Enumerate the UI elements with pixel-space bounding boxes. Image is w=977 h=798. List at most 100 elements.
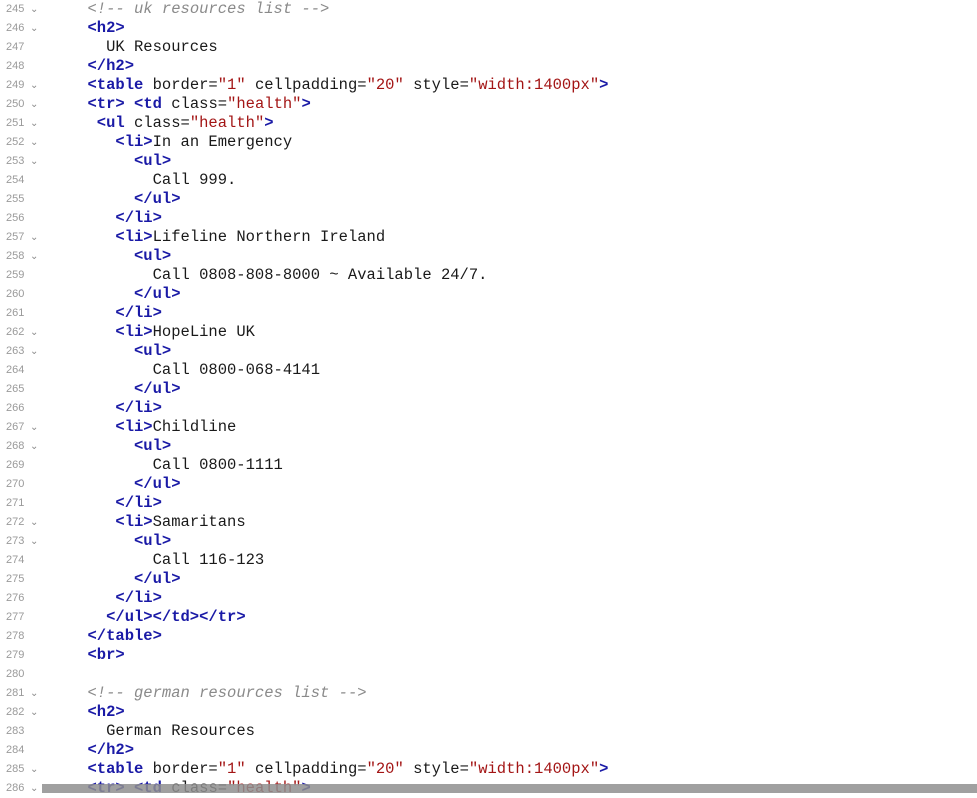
line-gutter: 277 xyxy=(0,608,42,627)
code-line[interactable]: 266 </li> xyxy=(0,399,977,418)
line-gutter: 278 xyxy=(0,627,42,646)
html-tag-token: </ul> xyxy=(134,380,181,398)
string-token: "width:1400px" xyxy=(468,760,600,778)
attribute-token: border= xyxy=(143,76,218,94)
code-line[interactable]: 265 </ul> xyxy=(0,380,977,399)
fold-chevron-down-icon[interactable]: ⌄ xyxy=(30,228,38,247)
line-gutter: 246 ⌄ xyxy=(0,19,42,38)
code-line[interactable]: 249 ⌄ <table border="1" cellpadding="20" s… xyxy=(0,76,977,95)
line-gutter: 245 ⌄ xyxy=(0,0,42,19)
line-gutter: 251 ⌄ xyxy=(0,114,42,133)
line-number: 262 xyxy=(6,326,25,338)
code-content: <li>Childline xyxy=(115,418,236,437)
code-editor[interactable]: 245 ⌄ <!-- uk resources list --> 246 ⌄ <h2> 24… xyxy=(0,0,977,798)
line-gutter: 272 ⌄ xyxy=(0,513,42,532)
code-line[interactable]: 269 Call 0800-1111 xyxy=(0,456,977,475)
fold-chevron-down-icon[interactable]: ⌄ xyxy=(30,760,38,779)
fold-chevron-down-icon[interactable]: ⌄ xyxy=(30,437,38,456)
html-tag-token: <td xyxy=(134,95,162,113)
code-line[interactable]: 270 </ul> xyxy=(0,475,977,494)
code-line[interactable]: 268 ⌄ <ul> xyxy=(0,437,977,456)
fold-chevron-down-icon[interactable]: ⌄ xyxy=(30,532,38,551)
html-tag-token: </table> xyxy=(87,627,162,645)
code-line[interactable]: 247 UK Resources xyxy=(0,38,977,57)
code-line[interactable]: 282 ⌄ <h2> xyxy=(0,703,977,722)
fold-chevron-down-icon[interactable]: ⌄ xyxy=(30,703,38,722)
fold-chevron-down-icon[interactable]: ⌄ xyxy=(30,114,38,133)
code-line[interactable]: 275 </ul> xyxy=(0,570,977,589)
text-token: Call 0800-1111 xyxy=(152,456,283,474)
code-line[interactable]: 246 ⌄ <h2> xyxy=(0,19,977,38)
code-line[interactable]: 283 German Resources xyxy=(0,722,977,741)
code-line[interactable]: 280 xyxy=(0,665,977,684)
code-line[interactable]: 271 </li> xyxy=(0,494,977,513)
code-line[interactable]: 264 Call 0800-068-4141 xyxy=(0,361,977,380)
line-number: 268 xyxy=(6,440,25,452)
code-line[interactable]: 277 </ul></td></tr> xyxy=(0,608,977,627)
code-line[interactable]: 272 ⌄ <li>Samaritans xyxy=(0,513,977,532)
code-line[interactable]: 253 ⌄ <ul> xyxy=(0,152,977,171)
code-content: Call 0800-068-4141 xyxy=(153,361,320,380)
code-line[interactable]: 259 Call 0808-808-8000 ~ Available 24/7. xyxy=(0,266,977,285)
string-token: "health" xyxy=(227,95,302,113)
code-line[interactable]: 258 ⌄ <ul> xyxy=(0,247,977,266)
fold-chevron-down-icon[interactable]: ⌄ xyxy=(30,95,38,114)
code-content: <h2> xyxy=(88,19,125,38)
code-line[interactable]: 262 ⌄ <li>HopeLine UK xyxy=(0,323,977,342)
code-content: </li> xyxy=(115,589,162,608)
line-number: 257 xyxy=(6,231,25,243)
code-line[interactable]: 267 ⌄ <li>Childline xyxy=(0,418,977,437)
code-line[interactable]: 257 ⌄ <li>Lifeline Northern Ireland xyxy=(0,228,977,247)
code-line[interactable]: 279 <br> xyxy=(0,646,977,665)
code-line[interactable]: 278 </table> xyxy=(0,627,977,646)
code-line[interactable]: 261 </li> xyxy=(0,304,977,323)
html-tag-token: <br> xyxy=(87,646,125,664)
html-tag-token: </ul> xyxy=(134,475,181,493)
fold-chevron-down-icon[interactable]: ⌄ xyxy=(30,779,38,798)
code-line[interactable]: 273 ⌄ <ul> xyxy=(0,532,977,551)
text-token: In an Emergency xyxy=(152,133,293,151)
code-line[interactable]: 276 </li> xyxy=(0,589,977,608)
fold-chevron-down-icon[interactable]: ⌄ xyxy=(30,513,38,532)
fold-chevron-down-icon[interactable]: ⌄ xyxy=(30,247,38,266)
line-gutter: 276 xyxy=(0,589,42,608)
code-line[interactable]: 248 </h2> xyxy=(0,57,977,76)
string-token: "1" xyxy=(217,760,246,778)
code-line[interactable]: 285 ⌄ <table border="1" cellpadding="20" s… xyxy=(0,760,977,779)
code-content: <table border="1" cellpadding="20" style… xyxy=(88,76,609,95)
line-number: 274 xyxy=(6,554,25,566)
fold-chevron-down-icon[interactable]: ⌄ xyxy=(30,133,38,152)
code-line[interactable]: 281 ⌄ <!-- german resources list --> xyxy=(0,684,977,703)
code-content: </li> xyxy=(115,399,162,418)
code-content: <ul> xyxy=(134,342,171,361)
line-number: 265 xyxy=(6,383,25,395)
html-tag-token: </li> xyxy=(115,494,162,512)
code-line[interactable]: 260 </ul> xyxy=(0,285,977,304)
fold-chevron-down-icon[interactable]: ⌄ xyxy=(30,418,38,437)
code-line[interactable]: 274 Call 116-123 xyxy=(0,551,977,570)
code-line[interactable]: 250 ⌄ <tr> <td class="health"> xyxy=(0,95,977,114)
attribute-token: border= xyxy=(143,760,218,778)
code-content: </ul> xyxy=(134,475,181,494)
fold-chevron-down-icon[interactable]: ⌄ xyxy=(30,0,38,19)
code-line[interactable]: 254 Call 999. xyxy=(0,171,977,190)
code-line[interactable]: 256 </li> xyxy=(0,209,977,228)
fold-chevron-down-icon[interactable]: ⌄ xyxy=(30,152,38,171)
code-content: <tr> <td class="health"> xyxy=(88,95,311,114)
code-lines[interactable]: 245 ⌄ <!-- uk resources list --> 246 ⌄ <h2> 24… xyxy=(0,0,977,798)
fold-chevron-down-icon[interactable]: ⌄ xyxy=(30,342,38,361)
fold-chevron-down-icon[interactable]: ⌄ xyxy=(30,684,38,703)
code-line[interactable]: 252 ⌄ <li>In an Emergency xyxy=(0,133,977,152)
code-line[interactable]: 251 ⌄ <ul class="health"> xyxy=(0,114,977,133)
code-line[interactable]: 263 ⌄ <ul> xyxy=(0,342,977,361)
code-line[interactable]: 245 ⌄ <!-- uk resources list --> xyxy=(0,0,977,19)
fold-chevron-down-icon[interactable]: ⌄ xyxy=(30,323,38,342)
code-line[interactable]: 284 </h2> xyxy=(0,741,977,760)
code-content: <li>HopeLine UK xyxy=(115,323,255,342)
fold-chevron-down-icon[interactable]: ⌄ xyxy=(30,76,38,95)
code-line[interactable]: 255 </ul> xyxy=(0,190,977,209)
html-tag-token: <table xyxy=(87,76,144,94)
fold-chevron-down-icon[interactable]: ⌄ xyxy=(30,19,38,38)
horizontal-scrollbar[interactable] xyxy=(42,784,977,793)
